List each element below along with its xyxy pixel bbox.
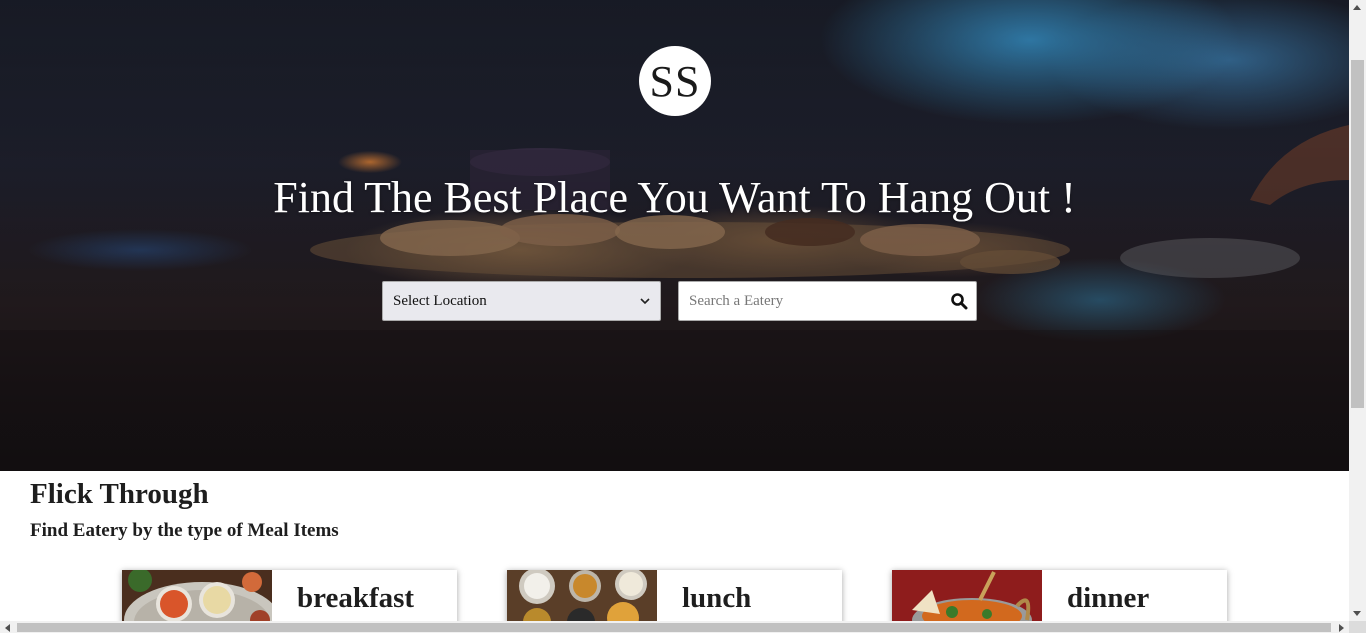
search-box [678,281,977,321]
vertical-scroll-thumb[interactable] [1351,60,1364,408]
scroll-down-arrow-icon[interactable] [1353,611,1361,616]
vertical-scrollbar[interactable] [1349,0,1366,621]
search-icon[interactable] [950,292,968,310]
section-title: Flick Through [30,478,209,510]
chevron-down-icon [640,298,650,305]
scroll-left-arrow-icon[interactable] [5,624,10,632]
location-select[interactable]: Select Location [382,281,661,321]
section-subtitle: Find Eatery by the type of Meal Items [30,520,339,541]
horizontal-scroll-thumb[interactable] [17,623,1331,632]
location-select-value: Select Location [393,292,487,309]
scrollbar-corner [1349,621,1366,633]
horizontal-scrollbar[interactable] [0,621,1349,633]
scroll-right-arrow-icon[interactable] [1339,624,1344,632]
logo-text: SS [649,56,701,106]
hero-headline: Find The Best Place You Want To Hang Out… [273,173,1076,222]
site-logo[interactable]: SS [639,46,711,116]
scroll-up-arrow-icon[interactable] [1353,5,1361,10]
search-input[interactable] [687,291,950,311]
